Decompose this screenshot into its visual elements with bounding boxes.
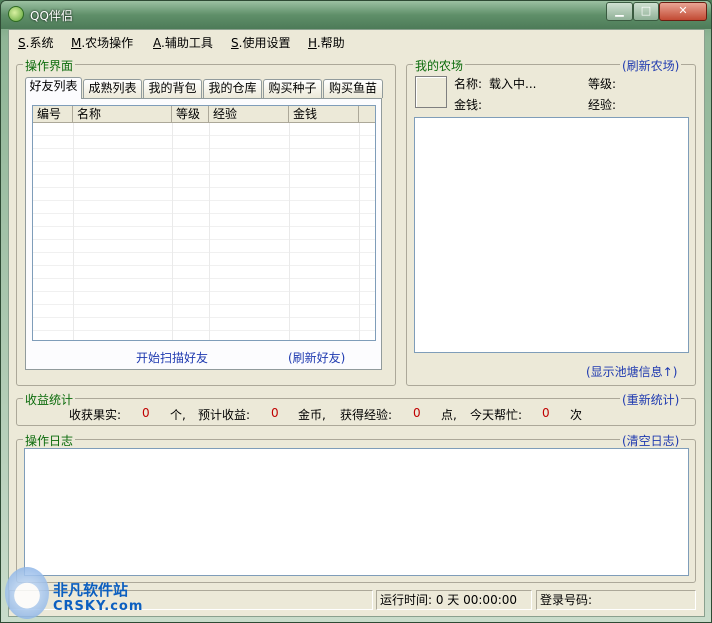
menu-system[interactable]: S.系统 — [18, 34, 53, 51]
refresh-farm-button[interactable]: (刷新农场) — [620, 57, 682, 74]
friends-tab-panel: 编号 名称 等级 经验 金钱 开始扫描好友 (刷新好友) — [25, 98, 382, 370]
farm-money-label: 金钱: — [454, 98, 483, 112]
start-scan-friends-button[interactable]: 开始扫描好友 — [136, 349, 208, 366]
watermark-logo: 非凡软件站 CRSKY.com — [1, 561, 161, 622]
show-pond-info-button[interactable]: (显示池塘信息↑) — [586, 363, 677, 380]
operation-log-title: 操作日志 — [23, 432, 76, 449]
watermark-emblem-icon — [5, 567, 49, 619]
app-icon — [8, 6, 24, 22]
exp-gained-label: 获得经验: — [340, 408, 393, 422]
exp-gained-unit: 点, — [441, 408, 457, 422]
close-button[interactable]: ✕ — [659, 2, 707, 21]
income-stats-title: 收益统计 — [23, 391, 76, 408]
help-today-unit: 次 — [570, 408, 583, 422]
table-header: 编号 名称 等级 经验 金钱 — [33, 106, 375, 123]
tab-buy-fry[interactable]: 购买鱼苗 — [323, 79, 383, 98]
harvest-unit: 个, — [170, 408, 186, 422]
help-today-label: 今天帮忙: — [470, 408, 523, 422]
watermark-text-cn: 非凡软件站 — [53, 581, 129, 599]
exp-gained-value: 0 — [413, 406, 421, 420]
tab-buy-seeds[interactable]: 购买种子 — [263, 79, 322, 98]
table-body — [33, 123, 375, 340]
operation-log-textarea[interactable] — [24, 448, 689, 576]
app-window: QQ伴侣 ▁ □ ✕ S.系统 M.农场操作 A.辅助工具 S.使用设置 H.帮… — [0, 0, 712, 623]
menu-tools[interactable]: A.辅助工具 — [153, 34, 213, 51]
refresh-friends-button[interactable]: (刷新好友) — [288, 349, 345, 366]
farm-view-area — [414, 117, 689, 353]
client-area: S.系统 M.农场操作 A.辅助工具 S.使用设置 H.帮助 操作界面 好友列表… — [8, 29, 705, 617]
expected-income-value: 0 — [271, 406, 279, 420]
expected-income-unit: 金币, — [298, 408, 326, 422]
my-farm-panel: 我的农场 (刷新农场) 名称: 载入中... 等级: 金钱: 经验: (显示池塘… — [406, 57, 696, 386]
operation-panel-title: 操作界面 — [23, 57, 76, 74]
farm-exp-label: 经验: — [588, 98, 617, 112]
tab-friends[interactable]: 好友列表 — [25, 77, 82, 99]
help-today-value: 0 — [542, 406, 550, 420]
minimize-button[interactable]: ▁ — [606, 2, 633, 21]
title-bar[interactable]: QQ伴侣 ▁ □ ✕ — [1, 1, 711, 29]
recount-button[interactable]: (重新统计) — [620, 391, 682, 408]
farm-name-label: 名称: — [454, 77, 483, 91]
column-header-name[interactable]: 名称 — [73, 106, 172, 123]
runtime-status: 运行时间: 0 天 00:00:00 — [376, 590, 532, 610]
farm-name-value: 载入中... — [489, 77, 537, 91]
maximize-button[interactable]: □ — [633, 2, 659, 21]
menu-bar: S.系统 M.农场操作 A.辅助工具 S.使用设置 H.帮助 — [9, 30, 704, 52]
column-header-id[interactable]: 编号 — [33, 106, 73, 123]
my-farm-title: 我的农场 — [413, 57, 466, 74]
clear-log-button[interactable]: (清空日志) — [620, 432, 682, 449]
harvest-value: 0 — [142, 406, 150, 420]
operation-panel: 操作界面 好友列表 成熟列表 我的背包 我的仓库 购买种子 购买鱼苗 编号 名称… — [16, 57, 396, 386]
tab-backpack[interactable]: 我的背包 — [143, 79, 202, 98]
avatar — [415, 76, 447, 108]
column-header-level[interactable]: 等级 — [172, 106, 209, 123]
login-status: 登录号码: — [536, 590, 696, 610]
menu-help[interactable]: H.帮助 — [308, 34, 345, 51]
expected-income-label: 预计收益: — [198, 408, 251, 422]
tab-warehouse[interactable]: 我的仓库 — [203, 79, 262, 98]
income-stats-panel: 收益统计 (重新统计) 收获果实: 0 个, 预计收益: 0 金币, 获得经验:… — [16, 391, 696, 426]
tab-mature[interactable]: 成熟列表 — [83, 79, 142, 98]
column-header-exp[interactable]: 经验 — [209, 106, 289, 123]
watermark-text-en: CRSKY.com — [53, 599, 144, 614]
menu-settings[interactable]: S.使用设置 — [231, 34, 290, 51]
menu-farm-ops[interactable]: M.农场操作 — [71, 34, 133, 51]
harvest-label: 收获果实: — [69, 408, 122, 422]
window-title: QQ伴侣 — [30, 9, 73, 23]
friends-table[interactable]: 编号 名称 等级 经验 金钱 — [32, 105, 376, 341]
column-header-money[interactable]: 金钱 — [289, 106, 359, 123]
farm-level-label: 等级: — [588, 77, 617, 91]
